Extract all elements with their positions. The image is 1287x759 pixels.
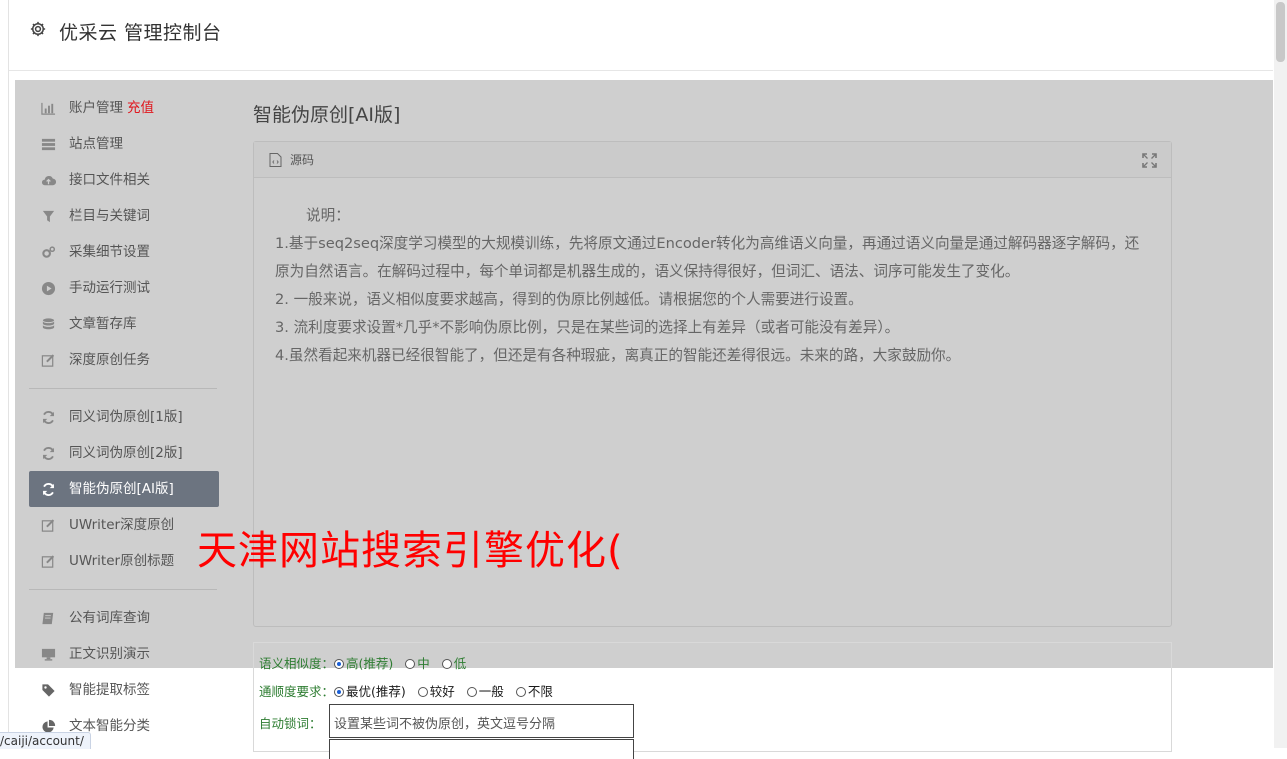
- sidebar-item-article-store[interactable]: 文章暂存库: [29, 306, 219, 342]
- gear-icon: [30, 21, 46, 37]
- monitor-icon: [40, 647, 56, 661]
- sidebar-divider: [29, 589, 217, 590]
- radio-button[interactable]: [466, 687, 477, 697]
- sidebar-item-label: 站点管理: [69, 136, 123, 152]
- sidebar-item-columns[interactable]: 栏目与关键词: [29, 198, 219, 234]
- sidebar-item-label: 深度原创任务: [69, 352, 150, 368]
- pie-chart-icon: [40, 719, 56, 733]
- sidebar-item-collect-settings[interactable]: 采集细节设置: [29, 234, 219, 270]
- sidebar-item-ai-rewrite[interactable]: 智能伪原创[AI版]: [29, 471, 219, 507]
- sidebar-item-label: UWriter深度原创: [69, 517, 175, 533]
- radio-button[interactable]: [334, 687, 345, 697]
- sidebar-item-sites[interactable]: 站点管理: [29, 126, 219, 162]
- lock-words-input[interactable]: 设置某些词不被伪原创，英文逗号分隔: [329, 704, 634, 738]
- refresh-icon: [40, 482, 56, 496]
- similarity-row: 语义相似度： 高(推荐) 中低: [259, 653, 478, 672]
- sidebar-item-label: 同义词伪原创[2版]: [69, 445, 183, 461]
- sidebar-item-public-lexicon[interactable]: 公有词库查询: [29, 600, 219, 636]
- edit-icon: [40, 518, 56, 532]
- radio-button[interactable]: [441, 659, 452, 669]
- recharge-link[interactable]: 充值: [127, 100, 154, 116]
- radio-button[interactable]: [334, 659, 345, 669]
- page-title: 智能伪原创[AI版]: [253, 104, 401, 126]
- sidebar-item-label: 采集细节设置: [69, 244, 150, 260]
- top-header: 优采云 管理控制台: [9, 0, 1273, 71]
- gears-icon: [40, 245, 56, 259]
- sidebar-item-label: 智能伪原创[AI版]: [69, 481, 174, 497]
- fluency-option-any[interactable]: 不限: [515, 684, 553, 699]
- refresh-icon: [40, 446, 56, 460]
- fluency-row: 通顺度要求： 最优(推荐) 较好 一般 不限: [259, 681, 565, 700]
- edit-icon: [40, 554, 56, 568]
- description-line: 1.基于seq2seq深度学习模型的大规模训练，先将原文通过Encoder转化为…: [275, 235, 1140, 280]
- similarity-label: 语义相似度：: [259, 656, 335, 671]
- lock-words-label: 自动锁词：: [259, 716, 322, 731]
- sidebar-item-uwriter-title[interactable]: UWriter原创标题: [29, 543, 219, 579]
- sidebar-item-extract-tags[interactable]: 智能提取标签: [29, 672, 219, 708]
- sidebar-nav: 账户管理 充值 站点管理 接口文件相关 栏目与关键词 采集细节设置 手动运行测试 …: [29, 90, 219, 744]
- file-code-icon: [269, 153, 282, 167]
- description-line: 3. 流利度要求设置*几乎*不影响伪原比例，只是在某些词的选择上有差异（或者可能…: [275, 319, 900, 336]
- description-line: 4.虽然看起来机器已经很智能了，但还是有各种瑕疵，离真正的智能还差得很远。未来的…: [275, 347, 961, 364]
- sidebar-item-manual-run[interactable]: 手动运行测试: [29, 270, 219, 306]
- sidebar-item-label: 手动运行测试: [69, 280, 150, 296]
- similarity-option-mid[interactable]: 中: [405, 656, 430, 671]
- fluency-option-normal[interactable]: 一般: [466, 684, 504, 699]
- sidebar-item-label: 账户管理: [69, 100, 123, 116]
- second-input[interactable]: [329, 739, 634, 759]
- fluency-option-best[interactable]: 最优(推荐): [334, 684, 406, 699]
- bar-chart-icon: [40, 101, 56, 115]
- fluency-label: 通顺度要求：: [259, 684, 335, 699]
- panel-header: 源码: [254, 142, 1171, 178]
- sidebar-item-account[interactable]: 账户管理 充值: [29, 90, 219, 126]
- refresh-icon: [40, 410, 56, 424]
- radio-button[interactable]: [405, 659, 416, 669]
- book-icon: [40, 611, 56, 625]
- app-title: 优采云 管理控制台: [59, 22, 222, 44]
- sidebar-item-text-recognition[interactable]: 正文识别演示: [29, 636, 219, 672]
- options-form: 语义相似度： 高(推荐) 中低 通顺度要求： 最优(推荐) 较好 一般 不限 自动锁词： 设…: [253, 642, 1172, 759]
- sidebar-item-synonym-v1[interactable]: 同义词伪原创[1版]: [29, 399, 219, 435]
- server-icon: [40, 137, 56, 151]
- panel-label: 源码: [290, 153, 315, 167]
- status-bar-url: /caiji/account/: [0, 732, 91, 749]
- radio-button[interactable]: [515, 687, 526, 697]
- overlay-watermark-text: 天津网站搜索引擎优化(: [197, 528, 624, 574]
- sidebar-divider: [29, 388, 217, 389]
- similarity-option-high[interactable]: 高(推荐): [334, 656, 393, 671]
- fluency-option-good[interactable]: 较好: [417, 684, 455, 699]
- sidebar-item-label: 栏目与关键词: [69, 208, 150, 224]
- sidebar-item-label: 同义词伪原创[1版]: [69, 409, 183, 425]
- filter-icon: [40, 209, 56, 223]
- sidebar-item-synonym-v2[interactable]: 同义词伪原创[2版]: [29, 435, 219, 471]
- sidebar-item-label: 公有词库查询: [69, 610, 150, 626]
- description-heading: 说明：: [306, 207, 350, 224]
- scrollbar-thumb[interactable]: [1276, 2, 1285, 62]
- sidebar-item-deep-original[interactable]: 深度原创任务: [29, 342, 219, 378]
- edit-icon: [40, 353, 56, 367]
- cloud-upload-icon: [40, 173, 56, 187]
- sidebar-item-uwriter-deep[interactable]: UWriter深度原创: [29, 507, 219, 543]
- similarity-option-low[interactable]: 低: [441, 656, 466, 671]
- radio-button[interactable]: [417, 687, 428, 697]
- sidebar-item-label: UWriter原创标题: [69, 553, 175, 569]
- database-icon: [40, 317, 56, 331]
- panel-content: 说明： 1.基于seq2seq深度学习模型的大规模训练，先将原文通过Encode…: [254, 178, 1171, 370]
- tag-icon: [40, 683, 56, 697]
- sidebar-item-interface[interactable]: 接口文件相关: [29, 162, 219, 198]
- vertical-scrollbar[interactable]: [1274, 0, 1287, 748]
- sidebar-item-label: 文章暂存库: [69, 316, 137, 332]
- sidebar-item-label: 接口文件相关: [69, 172, 150, 188]
- play-circle-icon: [40, 281, 56, 295]
- sidebar-item-label: 正文识别演示: [69, 646, 150, 662]
- sidebar-item-label: 智能提取标签: [69, 682, 150, 698]
- description-line: 2. 一般来说，语义相似度要求越高，得到的伪原比例越低。请根据您的个人需要进行设…: [275, 291, 863, 308]
- expand-icon[interactable]: [1142, 153, 1157, 168]
